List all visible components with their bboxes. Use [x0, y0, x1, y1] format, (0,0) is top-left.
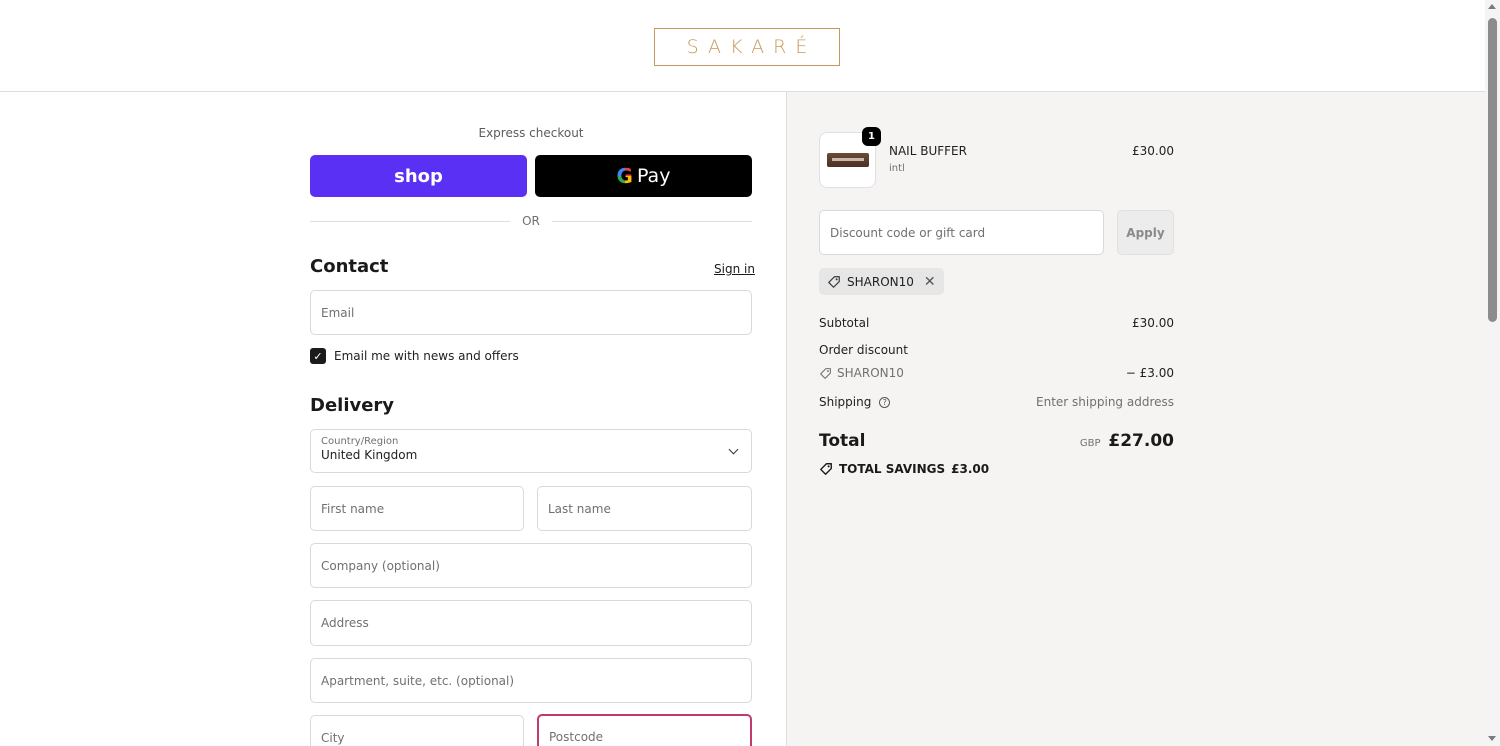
quantity-badge: 1: [862, 127, 881, 146]
scroll-down-arrow-icon[interactable]: [1488, 736, 1496, 741]
close-icon[interactable]: ✕: [924, 275, 936, 289]
shipping-value: Enter shipping address: [1036, 395, 1174, 409]
or-label: OR: [522, 214, 540, 228]
delivery-title: Delivery: [310, 395, 395, 416]
city-field[interactable]: [310, 715, 524, 746]
city-input[interactable]: [321, 730, 513, 745]
address-field[interactable]: [310, 600, 752, 646]
checkmark-icon: ✓: [313, 349, 323, 363]
help-icon[interactable]: ?: [879, 397, 891, 408]
header: SAKARÉ: [0, 0, 1485, 92]
product-name: NAIL BUFFER: [889, 144, 967, 158]
shop-pay-label: shop: [394, 165, 443, 187]
total-amount: £27.00: [1108, 431, 1174, 451]
shop-pay-button[interactable]: shop: [310, 155, 527, 197]
applied-discount-chip: SHARON10 ✕: [819, 268, 944, 295]
nail-buffer-image: [826, 153, 869, 167]
subtotal-value: £30.00: [1132, 316, 1174, 330]
google-pay-button[interactable]: G Pay: [535, 155, 752, 197]
total-savings-row: TOTAL SAVINGS £3.00: [819, 462, 989, 476]
sign-in-link[interactable]: Sign in: [714, 262, 755, 276]
subtotal-label: Subtotal: [819, 316, 870, 330]
savings-tag-icon: [820, 463, 832, 475]
postcode-field[interactable]: [537, 714, 752, 746]
country-label: Country/Region: [321, 436, 399, 447]
order-discount-label: Order discount: [819, 343, 908, 357]
or-divider: OR: [310, 213, 753, 229]
brand-logo[interactable]: SAKARÉ: [654, 28, 840, 66]
page-scrollbar[interactable]: [1485, 0, 1500, 746]
order-discount-value: − £3.00: [1125, 366, 1174, 380]
divider-line-right: [551, 220, 753, 222]
order-discount-code: SHARON10: [837, 366, 904, 380]
order-summary-panel: [786, 92, 1485, 746]
country-value: United Kingdom: [321, 448, 418, 462]
total-value: GBP £27.00: [1020, 431, 1174, 451]
first-name-input[interactable]: [321, 501, 513, 516]
last-name-field[interactable]: [537, 486, 752, 531]
tag-icon: [828, 275, 840, 288]
applied-discount-code: SHARON10: [847, 274, 914, 289]
divider-line-left: [310, 220, 511, 222]
total-label: Total: [819, 431, 866, 451]
express-checkout-label: Express checkout: [478, 126, 584, 140]
apartment-input[interactable]: [321, 673, 741, 688]
shipping-row: Shipping ?: [819, 395, 891, 409]
apartment-field[interactable]: [310, 658, 752, 703]
total-savings-label: TOTAL SAVINGS: [839, 462, 946, 476]
shipping-label: Shipping: [819, 395, 872, 409]
google-g-icon: G: [616, 164, 633, 188]
first-name-field[interactable]: [310, 486, 524, 531]
total-currency: GBP: [1079, 438, 1101, 449]
google-pay-label: Pay: [636, 165, 671, 187]
newsletter-label: Email me with news and offers: [334, 349, 519, 363]
email-input[interactable]: [321, 305, 741, 320]
scroll-up-arrow-icon[interactable]: [1488, 4, 1496, 9]
company-field[interactable]: [310, 543, 752, 588]
product-variant: intl: [889, 163, 905, 174]
contact-title: Contact: [310, 256, 389, 277]
country-select[interactable]: Country/Region United Kingdom: [310, 429, 752, 473]
company-input[interactable]: [321, 558, 741, 573]
postcode-input[interactable]: [549, 729, 740, 744]
address-input[interactable]: [321, 616, 741, 630]
newsletter-option[interactable]: ✓ Email me with news and offers: [310, 348, 519, 364]
apply-discount-button[interactable]: Apply: [1117, 210, 1174, 255]
last-name-input[interactable]: [548, 501, 741, 516]
email-field[interactable]: [310, 290, 752, 335]
tag-icon: [820, 367, 831, 379]
discount-code-input[interactable]: [830, 225, 1093, 240]
total-savings-value: £3.00: [951, 462, 990, 476]
product-price: £30.00: [1132, 144, 1174, 158]
order-discount-code-row: SHARON10: [819, 366, 904, 380]
scroll-thumb[interactable]: [1488, 18, 1497, 322]
discount-code-field[interactable]: [819, 210, 1104, 255]
newsletter-checkbox[interactable]: ✓: [310, 348, 326, 364]
